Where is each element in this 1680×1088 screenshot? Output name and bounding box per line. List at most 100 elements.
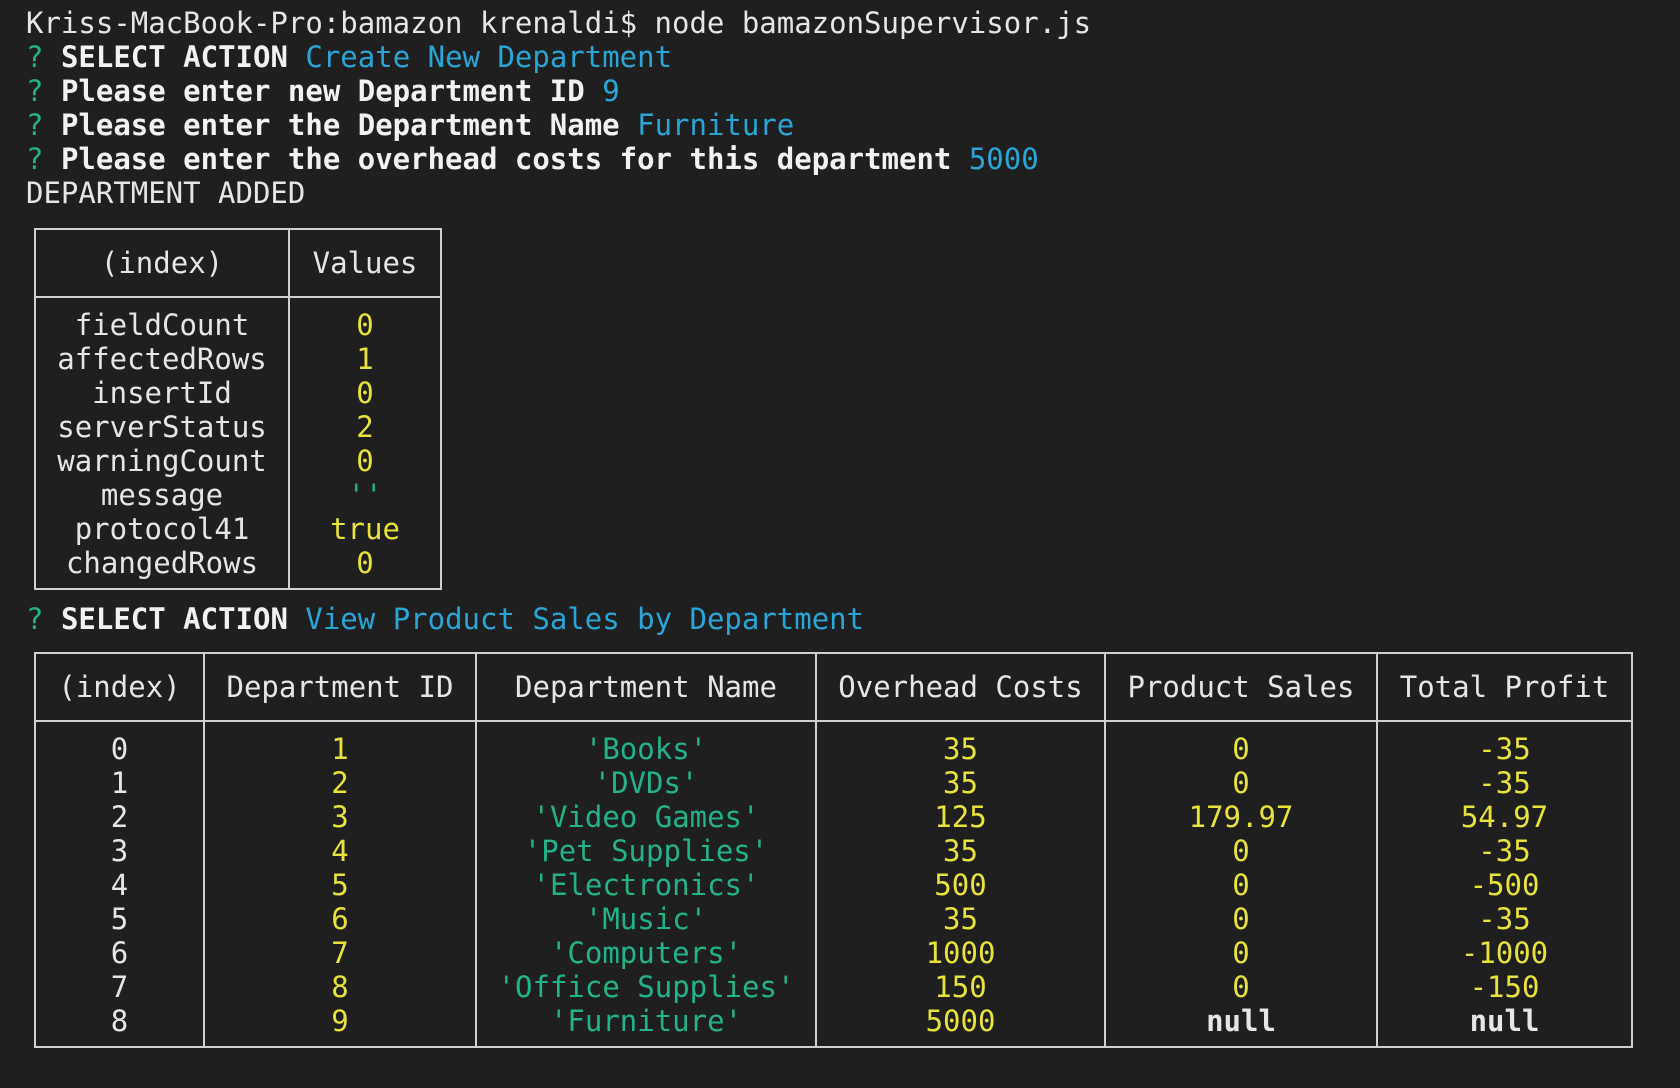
product-sales-table: (index) Department ID Department Name Ov… [34, 652, 1633, 1048]
field-name-cell: changedRows [35, 546, 290, 589]
product-sales-cell: 0 [1105, 970, 1378, 1004]
column-header-department-name: Department Name [476, 653, 817, 722]
terminal-window[interactable]: Kriss-MacBook-Pro:bamazon krenaldi$ node… [26, 6, 1680, 1088]
overhead-costs-cell: 35 [816, 721, 1106, 766]
total-profit-cell: -500 [1469, 868, 1540, 902]
total-profit-cell: -35 [1478, 834, 1531, 868]
overhead-costs-cell: 35 [816, 834, 1106, 868]
table-row: message '' [35, 478, 441, 512]
product-sales-cell: 0 [1105, 868, 1378, 902]
column-header-department-id: Department ID [204, 653, 477, 722]
status-message: DEPARTMENT ADDED [26, 176, 306, 210]
index-cell: 4 [35, 868, 205, 902]
index-cell: 6 [35, 936, 205, 970]
index-cell: 3 [35, 834, 205, 868]
prompt-question: Please enter new Department ID [60, 74, 585, 108]
prompt-line-department-name: ? Please enter the Department Name Furni… [26, 108, 1680, 142]
overhead-costs-cell: 500 [816, 868, 1106, 902]
column-header-product-sales: Product Sales [1105, 653, 1378, 722]
table-header-row: (index) Values [35, 229, 441, 298]
index-cell: 5 [35, 902, 205, 936]
table-row: 1 2 'DVDs' 35 0 -35 [35, 766, 1632, 800]
prompt-answer: 5000 [968, 142, 1039, 176]
prompt-question: SELECT ACTION [60, 40, 288, 74]
insert-result-table: (index) Values fieldCount 0 affectedRows… [34, 228, 442, 590]
table-row: 2 3 'Video Games' 125 179.97 54.97 [35, 800, 1632, 834]
department-name-cell: 'Office Supplies' [476, 970, 817, 1004]
table-row: protocol41 true [35, 512, 441, 546]
column-header-index: (index) [35, 653, 205, 722]
prompt-line-department-id: ? Please enter new Department ID 9 [26, 74, 1680, 108]
overhead-costs-cell: 35 [816, 902, 1106, 936]
department-id-cell: 3 [204, 800, 477, 834]
index-cell: 2 [35, 800, 205, 834]
prompt-marker: ? [26, 602, 44, 636]
prompt-question: Please enter the overhead costs for this… [60, 142, 952, 176]
field-name-cell: insertId [35, 376, 290, 410]
prompt-marker: ? [26, 108, 44, 142]
field-value-cell: 0 [356, 546, 374, 580]
prompt-answer: 9 [602, 74, 620, 108]
table-row: 8 9 'Furniture' 5000 null null [35, 1004, 1632, 1047]
column-header-total-profit: Total Profit [1377, 653, 1632, 722]
column-header: (index) [35, 229, 290, 298]
overhead-costs-cell: 35 [816, 766, 1106, 800]
column-header-overhead-costs: Overhead Costs [816, 653, 1106, 722]
field-value-cell: 1 [356, 342, 374, 376]
department-name-cell: 'Pet Supplies' [476, 834, 817, 868]
table-row: fieldCount 0 [35, 297, 441, 342]
field-name-cell: warningCount [35, 444, 290, 478]
department-id-cell: 4 [204, 834, 477, 868]
prompt-question: SELECT ACTION [60, 602, 288, 636]
prompt-line-overhead-costs: ? Please enter the overhead costs for th… [26, 142, 1680, 176]
total-profit-cell: 54.97 [1460, 800, 1549, 834]
department-name-cell: 'Furniture' [476, 1004, 817, 1047]
overhead-costs-cell: 1000 [816, 936, 1106, 970]
command-line: Kriss-MacBook-Pro:bamazon krenaldi$ node… [26, 6, 1092, 40]
table-header-row: (index) Department ID Department Name Ov… [35, 653, 1632, 722]
table-row: 6 7 'Computers' 1000 0 -1000 [35, 936, 1632, 970]
overhead-costs-cell: 125 [816, 800, 1106, 834]
total-profit-cell: -35 [1478, 902, 1531, 936]
total-profit-cell: null [1469, 1004, 1540, 1038]
overhead-costs-cell: 5000 [816, 1004, 1106, 1047]
department-name-cell: 'Video Games' [476, 800, 817, 834]
field-name-cell: message [35, 478, 290, 512]
department-name-cell: 'Computers' [476, 936, 817, 970]
department-id-cell: 6 [204, 902, 477, 936]
department-name-cell: 'DVDs' [476, 766, 817, 800]
field-name-cell: serverStatus [35, 410, 290, 444]
prompt-marker: ? [26, 142, 44, 176]
table-row: 4 5 'Electronics' 500 0 -500 [35, 868, 1632, 902]
total-profit-cell: -1000 [1460, 936, 1549, 970]
index-cell: 8 [35, 1004, 205, 1047]
department-name-cell: 'Music' [476, 902, 817, 936]
prompt-line-view-sales: ? SELECT ACTION View Product Sales by De… [26, 602, 1680, 636]
field-value-cell: 0 [356, 444, 374, 478]
field-name-cell: protocol41 [35, 512, 290, 546]
table-row: 3 4 'Pet Supplies' 35 0 -35 [35, 834, 1632, 868]
department-id-cell: 2 [204, 766, 477, 800]
department-id-cell: 5 [204, 868, 477, 902]
overhead-costs-cell: 150 [816, 970, 1106, 1004]
prompt-line-select-action: ? SELECT ACTION Create New Department [26, 40, 1680, 74]
product-sales-cell: 0 [1105, 834, 1378, 868]
field-value-cell: 0 [356, 376, 374, 410]
prompt-marker: ? [26, 74, 44, 108]
total-profit-cell: -150 [1469, 970, 1540, 1004]
product-sales-cell: 0 [1105, 721, 1378, 766]
field-name-cell: affectedRows [35, 342, 290, 376]
total-profit-cell: -35 [1478, 766, 1531, 800]
product-sales-cell: 0 [1105, 902, 1378, 936]
department-id-cell: 9 [204, 1004, 477, 1047]
field-value-cell: 0 [356, 308, 374, 342]
product-sales-cell: 0 [1105, 936, 1378, 970]
table-row: 7 8 'Office Supplies' 150 0 -150 [35, 970, 1632, 1004]
department-id-cell: 7 [204, 936, 477, 970]
prompt-answer: View Product Sales by Department [305, 602, 865, 636]
product-sales-cell: 0 [1105, 766, 1378, 800]
field-value-cell: true [330, 512, 400, 546]
department-name-cell: 'Electronics' [476, 868, 817, 902]
index-cell: 1 [35, 766, 205, 800]
table-row: serverStatus 2 [35, 410, 441, 444]
